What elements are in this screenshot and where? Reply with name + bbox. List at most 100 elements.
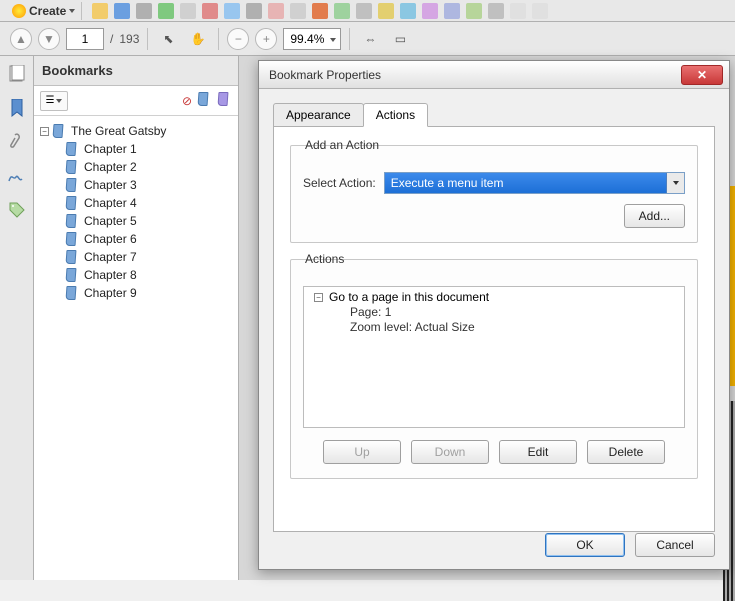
actions-group: Actions − Go to a page in this document … bbox=[290, 259, 698, 479]
tab-appearance[interactable]: Appearance bbox=[273, 103, 364, 127]
open-icon[interactable] bbox=[92, 3, 108, 19]
select-action-dropdown[interactable]: Execute a menu item bbox=[384, 172, 685, 194]
bookmarks-icon[interactable] bbox=[7, 98, 27, 118]
signatures-icon[interactable] bbox=[7, 166, 27, 186]
scan-icon[interactable] bbox=[180, 3, 196, 19]
export-icon[interactable] bbox=[224, 3, 240, 19]
close-icon: ✕ bbox=[697, 68, 707, 82]
form-icon[interactable] bbox=[312, 3, 328, 19]
bookmark-icon bbox=[66, 232, 80, 246]
bookmark-root[interactable]: − The Great Gatsby bbox=[38, 122, 234, 140]
dropdown-arrow bbox=[666, 173, 684, 193]
bookmark-label[interactable]: Chapter 4 bbox=[84, 196, 137, 210]
email-icon[interactable] bbox=[158, 3, 174, 19]
new-bookmark-from-structure-icon[interactable] bbox=[218, 92, 232, 109]
delete-bookmark-icon[interactable]: ⊘ bbox=[182, 94, 192, 108]
dialog-title: Bookmark Properties bbox=[269, 68, 381, 82]
attach-icon[interactable] bbox=[246, 3, 262, 19]
bookmark-item[interactable]: Chapter 8 bbox=[38, 266, 234, 284]
share-icon[interactable] bbox=[356, 3, 372, 19]
print-icon[interactable] bbox=[136, 3, 152, 19]
bookmarks-tree: − The Great Gatsby Chapter 1 Chapter 2 C… bbox=[34, 116, 238, 580]
page-number-input[interactable] bbox=[66, 28, 104, 50]
chevron-down-icon bbox=[56, 99, 62, 103]
bookmark-label[interactable]: Chapter 3 bbox=[84, 178, 137, 192]
action-detail-page: Page: 1 bbox=[304, 305, 684, 320]
page-thumbnails-icon[interactable] bbox=[7, 64, 27, 84]
sign-icon[interactable] bbox=[290, 3, 306, 19]
dialog-tabs: Appearance Actions bbox=[273, 103, 715, 127]
bookmark-item[interactable]: Chapter 2 bbox=[38, 158, 234, 176]
save-icon[interactable] bbox=[114, 3, 130, 19]
fit-page-button[interactable]: ▭ bbox=[388, 27, 412, 51]
new-bookmark-icon[interactable] bbox=[198, 92, 212, 109]
bookmark-properties-dialog: Bookmark Properties ✕ Appearance Actions… bbox=[258, 60, 730, 570]
create-icon bbox=[12, 4, 26, 18]
collapse-icon[interactable]: − bbox=[314, 293, 323, 302]
hand-tool-button[interactable]: ✋ bbox=[186, 27, 210, 51]
page-separator: / bbox=[110, 32, 113, 46]
bookmark-label[interactable]: Chapter 6 bbox=[84, 232, 137, 246]
bookmarks-options-button[interactable]: ☰ bbox=[40, 91, 68, 111]
bookmark-item[interactable]: Chapter 3 bbox=[38, 176, 234, 194]
fit-width-button[interactable]: ⇔ bbox=[358, 27, 382, 51]
convert-icon[interactable] bbox=[202, 3, 218, 19]
add-action-button[interactable]: Add... bbox=[624, 204, 685, 228]
separator bbox=[147, 28, 148, 50]
redact-icon[interactable] bbox=[422, 3, 438, 19]
bookmark-label[interactable]: Chapter 2 bbox=[84, 160, 137, 174]
bookmark-icon bbox=[66, 250, 80, 264]
bookmark-label[interactable]: Chapter 1 bbox=[84, 142, 137, 156]
ok-button[interactable]: OK bbox=[545, 533, 625, 557]
actions-list[interactable]: − Go to a page in this document Page: 1 … bbox=[303, 286, 685, 428]
down-button[interactable]: Down bbox=[411, 440, 489, 464]
up-button[interactable]: Up bbox=[323, 440, 401, 464]
bookmark-icon bbox=[66, 214, 80, 228]
bookmark-label[interactable]: Chapter 7 bbox=[84, 250, 137, 264]
zoom-in-button[interactable]: + bbox=[255, 28, 277, 50]
multimedia-icon[interactable] bbox=[510, 3, 526, 19]
dialog-titlebar[interactable]: Bookmark Properties ✕ bbox=[259, 61, 729, 89]
create-button[interactable]: Create bbox=[6, 2, 82, 20]
bookmark-item[interactable]: Chapter 4 bbox=[38, 194, 234, 212]
create-label: Create bbox=[29, 4, 66, 18]
select-tool-button[interactable]: ⬉ bbox=[156, 27, 180, 51]
chevron-down-icon bbox=[69, 9, 75, 13]
zoom-level-select[interactable]: 99.4% bbox=[283, 28, 341, 50]
bookmark-label[interactable]: Chapter 9 bbox=[84, 286, 137, 300]
bookmark-label[interactable]: Chapter 8 bbox=[84, 268, 137, 282]
comment-icon[interactable] bbox=[334, 3, 350, 19]
compare-icon[interactable] bbox=[400, 3, 416, 19]
bookmark-label[interactable]: The Great Gatsby bbox=[71, 124, 166, 138]
navigation-toolbar: ▲ ▼ / 193 ⬉ ✋ − + 99.4% ⇔ ▭ bbox=[0, 22, 735, 56]
bookmark-icon bbox=[66, 160, 80, 174]
bookmark-item[interactable]: Chapter 1 bbox=[38, 140, 234, 158]
prev-page-button[interactable]: ▲ bbox=[10, 28, 32, 50]
cancel-button[interactable]: Cancel bbox=[635, 533, 715, 557]
next-page-button[interactable]: ▼ bbox=[38, 28, 60, 50]
edit-button[interactable]: Edit bbox=[499, 440, 577, 464]
action-icon[interactable] bbox=[466, 3, 482, 19]
left-nav-strip bbox=[0, 56, 34, 580]
stamp-icon[interactable] bbox=[268, 3, 284, 19]
bookmark-item[interactable]: Chapter 9 bbox=[38, 284, 234, 302]
select-action-value: Execute a menu item bbox=[391, 176, 504, 190]
bookmark-icon bbox=[66, 142, 80, 156]
attachments-icon[interactable] bbox=[7, 132, 27, 152]
tags-icon[interactable] bbox=[7, 200, 27, 220]
combine-icon[interactable] bbox=[378, 3, 394, 19]
action-item[interactable]: − Go to a page in this document bbox=[304, 289, 684, 305]
delete-button[interactable]: Delete bbox=[587, 440, 665, 464]
bookmark-item[interactable]: Chapter 5 bbox=[38, 212, 234, 230]
js-icon[interactable] bbox=[488, 3, 504, 19]
bookmark-item[interactable]: Chapter 6 bbox=[38, 230, 234, 248]
close-button[interactable]: ✕ bbox=[681, 65, 723, 85]
chevron-down-icon bbox=[330, 38, 336, 42]
accessibility-icon[interactable] bbox=[532, 3, 548, 19]
bookmark-item[interactable]: Chapter 7 bbox=[38, 248, 234, 266]
bookmark-label[interactable]: Chapter 5 bbox=[84, 214, 137, 228]
collapse-icon[interactable]: − bbox=[40, 127, 49, 136]
zoom-out-button[interactable]: − bbox=[227, 28, 249, 50]
tab-actions[interactable]: Actions bbox=[363, 103, 428, 127]
optimize-icon[interactable] bbox=[444, 3, 460, 19]
